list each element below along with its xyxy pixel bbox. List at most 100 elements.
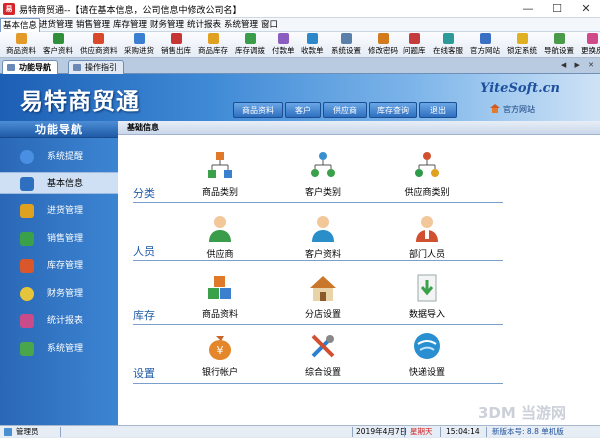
- toolbar-website-button[interactable]: 官方网站: [470, 33, 500, 57]
- customer-icon: [52, 33, 64, 44]
- tab-function-nav[interactable]: 功能导航: [2, 60, 58, 74]
- header-customer-button[interactable]: 客户: [285, 102, 321, 118]
- sidebar-item-system[interactable]: 系统管理: [0, 338, 118, 360]
- toolbar-payment-button[interactable]: 付款单: [272, 33, 295, 57]
- nav-icon: [553, 33, 565, 44]
- menu-basic-info[interactable]: 基本信息: [0, 18, 41, 32]
- sales-icon: [170, 33, 182, 44]
- sidebar-item-basic-info[interactable]: 基本信息: [0, 172, 118, 194]
- status-date: 2019年4月7日: [356, 427, 408, 436]
- header-product-button[interactable]: 商品资料: [233, 102, 283, 118]
- watermark: 3DM 当游网: [478, 404, 567, 422]
- data-import-item[interactable]: 数据导入: [382, 273, 472, 321]
- maximize-button[interactable]: ☐: [543, 0, 571, 18]
- customer-category-item[interactable]: 客户类别: [278, 151, 368, 199]
- status-divider: [440, 427, 441, 437]
- tab-operation-guide[interactable]: 操作指引: [68, 60, 124, 74]
- transfer-icon: [244, 33, 256, 44]
- toolbar-transfer-button[interactable]: 库存调拨: [235, 33, 265, 57]
- section-label-inventory: 库存: [133, 309, 155, 322]
- purchase-icon: [133, 33, 145, 44]
- toolbar-nav-settings-button[interactable]: 导航设置: [544, 33, 574, 57]
- section-divider: [133, 324, 503, 325]
- toolbar-purchase-button[interactable]: 采购进货: [124, 33, 154, 57]
- staff-person-icon: [416, 216, 438, 242]
- payment-icon: [277, 33, 289, 44]
- menu-inventory[interactable]: 库存管理: [111, 18, 149, 32]
- settings-icon: [340, 33, 352, 44]
- toolbar-receipt-button[interactable]: 收款单: [301, 33, 324, 57]
- basic-info-icon: [20, 177, 34, 191]
- product-category-item[interactable]: 商品类别: [175, 151, 265, 199]
- sidebar-item-finance[interactable]: 财务管理: [0, 283, 118, 305]
- branch-house-icon: [310, 276, 336, 301]
- window-title: 易特商贸通--【请在基本信息，公司信息中修改公司名】: [19, 6, 242, 16]
- alarm-icon: [20, 150, 34, 164]
- status-time: 15:04:14: [446, 427, 480, 436]
- supplier-category-item[interactable]: 供应商类别: [382, 151, 472, 199]
- toolbar-settings-button[interactable]: 系统设置: [331, 33, 361, 57]
- close-button[interactable]: ✕: [572, 0, 600, 18]
- toolbar-skin-button[interactable]: 更换皮: [581, 33, 600, 57]
- section-divider: [133, 383, 503, 384]
- product-info-item[interactable]: 商品资料: [175, 273, 265, 321]
- sidebar-item-inventory[interactable]: 库存管理: [0, 255, 118, 277]
- status-divider: [60, 427, 61, 437]
- toolbar-support-button[interactable]: 在线客服: [433, 33, 463, 57]
- tools-icon: [311, 334, 335, 358]
- sidebar-item-alerts[interactable]: 系统提醒: [0, 146, 118, 168]
- bank-account-item[interactable]: ¥ 银行帐户: [175, 331, 265, 379]
- menu-reports[interactable]: 统计报表: [185, 18, 223, 32]
- branch-settings-item[interactable]: 分店设置: [278, 273, 368, 321]
- header-banner: 易特商贸通 YiteSoft.cn 商品资料 客户 供应商 库存查询 退出 官方…: [0, 74, 600, 121]
- money-bag-icon: ¥: [209, 336, 231, 360]
- status-version: 新版本号: 8.8 单机版: [492, 427, 564, 436]
- inventory-mgmt-icon: [20, 259, 34, 273]
- system-mgmt-icon: [20, 342, 34, 356]
- toolbar-supplier-button[interactable]: 供应商资料: [80, 33, 118, 57]
- toolbar-faq-button[interactable]: 问题库: [403, 33, 426, 57]
- sidebar-item-sales[interactable]: 销售管理: [0, 228, 118, 250]
- status-divider: [486, 427, 487, 437]
- menu-system[interactable]: 系统管理: [222, 18, 260, 32]
- toolbar-sales-button[interactable]: 销售出库: [161, 33, 191, 57]
- report-icon: [20, 314, 34, 328]
- menu-purchase[interactable]: 进货管理: [37, 18, 75, 32]
- menu-sales[interactable]: 销售管理: [74, 18, 112, 32]
- customer-info-item[interactable]: 客户资料: [278, 213, 368, 261]
- section-divider: [133, 202, 503, 203]
- toolbar-inventory-button[interactable]: 商品库存: [198, 33, 228, 57]
- header-stock-query-button[interactable]: 库存查询: [369, 102, 417, 118]
- content-title: 基础信息: [118, 121, 600, 135]
- sidebar-item-purchase[interactable]: 进货管理: [0, 200, 118, 222]
- header-exit-button[interactable]: 退出: [419, 102, 457, 118]
- password-icon: [377, 33, 389, 44]
- supplier-item[interactable]: 供应商: [175, 213, 265, 261]
- customer-person-icon: [312, 216, 334, 242]
- minimize-button[interactable]: —: [514, 0, 542, 18]
- sidebar-item-reports[interactable]: 统计报表: [0, 310, 118, 332]
- tab-page-icon: [73, 64, 81, 71]
- house-icon: [490, 104, 500, 113]
- user-icon: [4, 428, 12, 436]
- app-logo-text: 易特商贸通: [20, 88, 140, 115]
- finance-mgmt-icon: [20, 287, 34, 301]
- menu-window[interactable]: 窗口: [259, 18, 280, 32]
- tab-scroll-controls[interactable]: ◀ ▶ ✕: [561, 61, 597, 69]
- toolbar-product-button[interactable]: 商品资料: [6, 33, 36, 57]
- toolbar-customer-button[interactable]: 客户资料: [43, 33, 73, 57]
- site-name: YiteSoft.cn: [480, 81, 560, 96]
- staff-item[interactable]: 部门人员: [382, 213, 472, 261]
- sidebar: 功能导航 系统提醒 基本信息 进货管理 销售管理 库存管理 财务管理 统计报表 …: [0, 121, 118, 425]
- header-supplier-button[interactable]: 供应商: [323, 102, 367, 118]
- general-settings-item[interactable]: 综合设置: [278, 331, 368, 379]
- title-bar: 易 易特商贸通--【请在基本信息，公司信息中修改公司名】 — ☐ ✕: [0, 0, 600, 18]
- express-settings-item[interactable]: 快递设置: [382, 331, 472, 379]
- toolbar-password-button[interactable]: 修改密码: [368, 33, 398, 57]
- purchase-mgmt-icon: [20, 204, 34, 218]
- chat-icon: [442, 33, 454, 44]
- official-site-link[interactable]: 官方网站: [490, 104, 535, 115]
- cubes-icon: [208, 276, 231, 299]
- toolbar-lock-button[interactable]: 锁定系统: [507, 33, 537, 57]
- menu-finance[interactable]: 财务管理: [148, 18, 186, 32]
